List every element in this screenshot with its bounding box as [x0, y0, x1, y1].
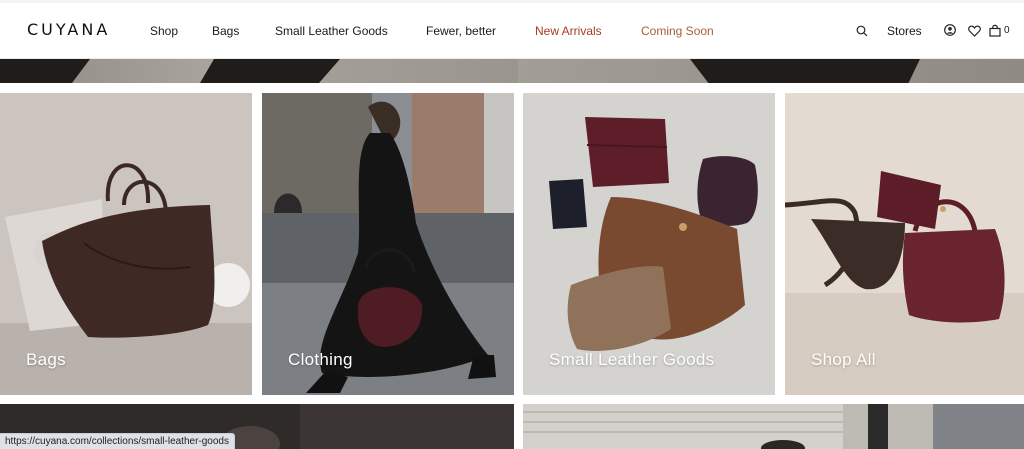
category-tile-clothing[interactable]: Clothing [262, 93, 514, 395]
hero-figure-shape [200, 59, 340, 83]
nav-item-fewer-better[interactable]: Fewer, better [426, 24, 496, 38]
stores-link[interactable]: Stores [887, 24, 922, 38]
brand-logo[interactable]: CUYANA [27, 20, 110, 39]
category-tile-shop-all[interactable]: Shop All [785, 93, 1024, 395]
heart-icon[interactable] [968, 25, 981, 37]
link-status-bar: https://cuyana.com/collections/small-lea… [0, 433, 235, 449]
tile-label-clothing: Clothing [288, 350, 353, 369]
hero-figure-shape [690, 59, 920, 83]
category-tile-bags[interactable]: Bags [0, 93, 252, 395]
nav-item-shop[interactable]: Shop [150, 24, 178, 38]
category-tile-small-leather-goods[interactable]: Small Leather Goods [523, 93, 775, 395]
promo-tile-right[interactable] [523, 404, 1024, 449]
cart-count: 0 [1004, 25, 1010, 36]
nav-item-bags[interactable]: Bags [212, 24, 239, 38]
shopping-bag-icon[interactable] [989, 24, 1001, 37]
nav-item-new-arrivals[interactable]: New Arrivals [535, 24, 602, 38]
account-icon[interactable] [944, 24, 956, 36]
search-icon[interactable] [856, 25, 868, 37]
tile-label-small-leather-goods: Small Leather Goods [549, 350, 715, 369]
tile-label-bags: Bags [26, 350, 66, 369]
tile-label-shop-all: Shop All [811, 350, 876, 369]
hero-banner[interactable] [0, 59, 1024, 83]
nav-item-small-leather-goods[interactable]: Small Leather Goods [275, 24, 388, 38]
nav-item-coming-soon[interactable]: Coming Soon [641, 24, 714, 38]
site-header: CUYANA Shop Bags Small Leather Goods Few… [0, 3, 1024, 59]
promo-image-right [523, 404, 1024, 449]
